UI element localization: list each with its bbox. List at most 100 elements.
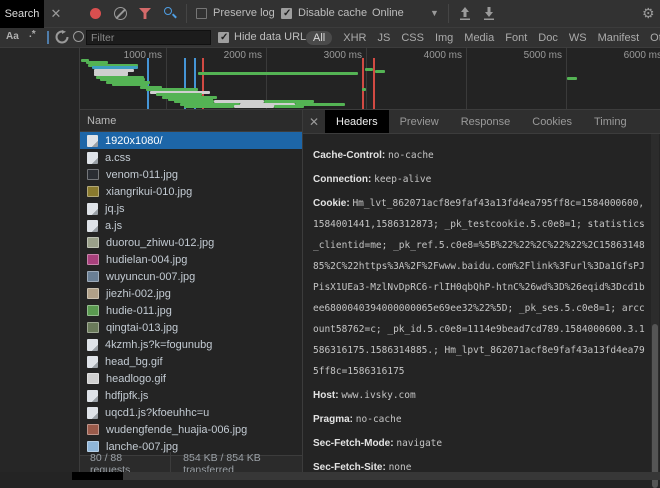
filter-pill-img[interactable]: Img (435, 32, 453, 44)
request-row[interactable]: 4kzmh.js?k=fogunubg (80, 336, 302, 353)
request-name: qingtai-013.jpg (106, 322, 178, 334)
filter-pill-other[interactable]: Other (650, 32, 660, 44)
tab-search[interactable]: Search (0, 0, 44, 28)
request-row[interactable]: wuyuncun-007.jpg (80, 268, 302, 285)
disable-cache-checkbox[interactable] (281, 8, 292, 19)
load-event-line (373, 58, 375, 110)
close-search-icon[interactable]: ✕ (48, 6, 64, 22)
request-row[interactable]: qingtai-013.jpg (80, 319, 302, 336)
request-name: 1920x1080/ (105, 135, 163, 147)
request-row[interactable]: uqcd1.js?kfoeuhhc=u (80, 404, 302, 421)
waterfall-overview[interactable]: 1000 ms2000 ms3000 ms4000 ms5000 ms6000 … (80, 48, 660, 110)
file-image-icon (87, 288, 99, 299)
filter-pill-css[interactable]: CSS (401, 32, 424, 44)
waterfall-bar (184, 105, 234, 108)
match-case-icon[interactable]: Aa (6, 31, 19, 42)
filter-pill-media[interactable]: Media (464, 32, 494, 44)
request-row[interactable]: wudengfende_huajia-006.jpg (80, 421, 302, 438)
request-row[interactable]: headlogo.gif (80, 370, 302, 387)
tab-response[interactable]: Response (450, 110, 522, 133)
overview-gridline (166, 48, 167, 110)
request-row[interactable]: jiezhi-002.jpg (80, 285, 302, 302)
filter-pills: All XHR JS CSS Img Media Font Doc WS Manifest Othe… (306, 28, 660, 48)
overview-tick-label: 1000 ms (102, 50, 162, 61)
details-scrollbar[interactable] (651, 134, 659, 472)
filter-pill-manifest[interactable]: Manifest (598, 32, 640, 44)
throttling-select[interactable]: Online (372, 7, 404, 19)
waterfall-bar (234, 105, 274, 108)
import-har-icon[interactable] (458, 6, 472, 21)
request-name: xiangrikui-010.jpg (106, 186, 192, 198)
regex-icon[interactable]: .* (29, 29, 36, 40)
filter-pill-doc[interactable]: Doc (538, 32, 558, 44)
tab-headers[interactable]: Headers (325, 110, 389, 133)
header-entry: Pragma: no-cache (313, 408, 647, 429)
chevron-down-icon[interactable]: ▼ (430, 8, 439, 18)
header-name: Pragma: (313, 414, 356, 425)
request-row[interactable]: hudielan-004.jpg (80, 251, 302, 268)
tab-preview[interactable]: Preview (389, 110, 450, 133)
request-row[interactable]: a.js (80, 217, 302, 234)
export-har-icon[interactable] (482, 6, 496, 21)
close-details-icon[interactable]: ✕ (303, 110, 325, 133)
request-name: wudengfende_huajia-006.jpg (106, 424, 247, 436)
header-name: Sec-Fetch-Mode: (313, 438, 396, 449)
toolbar-divider (186, 4, 187, 23)
request-row[interactable]: xiangrikui-010.jpg (80, 183, 302, 200)
gear-icon[interactable]: ⚙ (642, 5, 655, 22)
hide-data-urls-label[interactable]: Hide data URLs (234, 31, 312, 43)
request-name: jq.js (105, 203, 125, 215)
filter-pill-all[interactable]: All (306, 31, 332, 45)
file-document-icon (87, 390, 98, 402)
filter-pill-font[interactable]: Font (505, 32, 527, 44)
filter-pill-xhr[interactable]: XHR (343, 32, 366, 44)
request-name: wuyuncun-007.jpg (106, 271, 195, 283)
waterfall-bar (362, 88, 366, 91)
hide-data-urls-checkbox[interactable] (218, 32, 229, 43)
request-name: a.css (105, 152, 131, 164)
header-value: keep-alive (374, 174, 431, 185)
request-row[interactable]: venom-011.jpg (80, 166, 302, 183)
filter-icon[interactable] (139, 8, 151, 19)
file-document-icon (87, 356, 98, 368)
file-document-icon (87, 407, 98, 419)
request-row[interactable]: duorou_zhiwu-012.jpg (80, 234, 302, 251)
tab-timing[interactable]: Timing (583, 110, 638, 133)
request-row[interactable]: head_bg.gif (80, 353, 302, 370)
headers-content[interactable]: Accept-Language: zh-CN,zh;q=0.9Cache-Con… (303, 134, 651, 472)
disable-cache-label[interactable]: Disable cache (298, 7, 367, 19)
request-name: lanche-007.jpg (106, 441, 178, 453)
header-name: Host: (313, 390, 341, 401)
preserve-log-checkbox[interactable] (196, 8, 207, 19)
overview-tick-label: 5000 ms (502, 50, 562, 61)
filter-pill-ws[interactable]: WS (569, 32, 587, 44)
waterfall-bar (365, 68, 373, 71)
load-event-line (362, 58, 364, 110)
request-row[interactable]: hudie-011.jpg (80, 302, 302, 319)
request-rows: 1920x1080/a.css venom-011.jpg xiangrikui-0… (80, 132, 302, 455)
header-name: Connection: (313, 174, 374, 185)
search-icon[interactable] (164, 7, 177, 20)
filter-pill-js[interactable]: JS (377, 32, 390, 44)
clear-search-icon[interactable] (73, 31, 84, 42)
record-button[interactable] (90, 8, 101, 19)
search-results-panel (0, 48, 80, 472)
request-name: headlogo.gif (106, 373, 166, 385)
name-column-header[interactable]: Name (80, 110, 302, 132)
file-image-icon (87, 186, 99, 197)
request-row[interactable]: hdfjpfk.js (80, 387, 302, 404)
request-row[interactable]: jq.js (80, 200, 302, 217)
header-value: Hm_lvt_862071acf8e9faf43a13fd4ea795ff8c=… (313, 198, 645, 377)
filter-input[interactable] (86, 30, 211, 45)
clear-icon[interactable] (114, 7, 127, 20)
request-name: a.js (105, 220, 122, 232)
tab-cookies[interactable]: Cookies (521, 110, 583, 133)
preserve-log-label[interactable]: Preserve log (213, 7, 275, 19)
refresh-icon[interactable] (55, 30, 69, 44)
overview-tick-label: 6000 ms (602, 50, 660, 61)
request-row[interactable]: 1920x1080/ (80, 132, 302, 149)
header-entry: Cache-Control: no-cache (313, 144, 647, 165)
request-row[interactable]: a.css (80, 149, 302, 166)
scrollbar-thumb[interactable] (652, 324, 658, 488)
file-document-icon (87, 339, 98, 351)
